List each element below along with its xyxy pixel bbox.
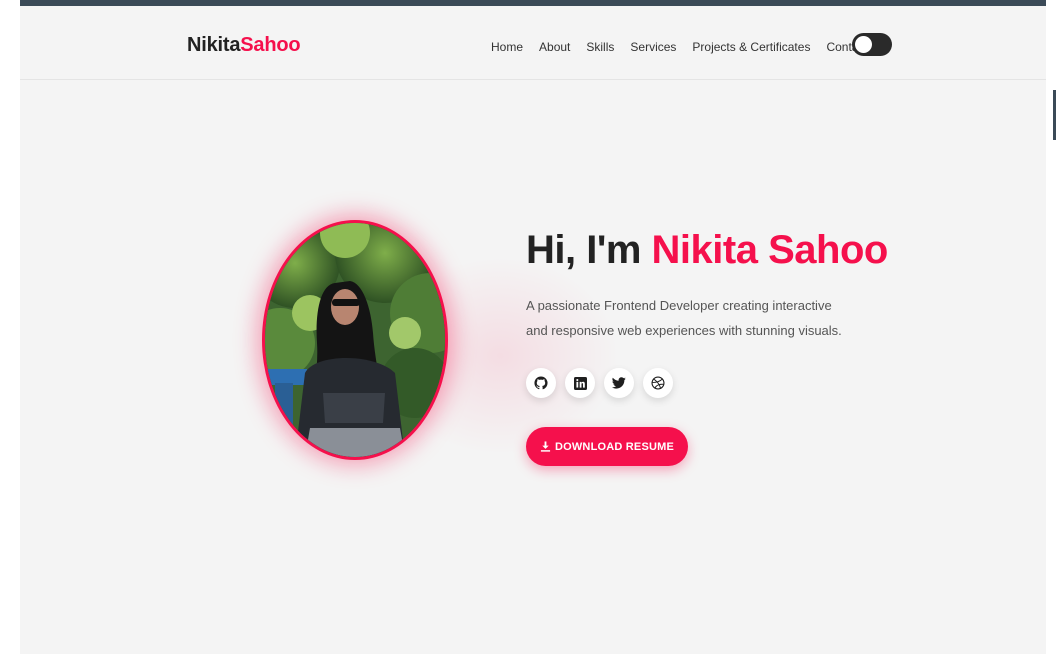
linkedin-icon (573, 376, 587, 390)
browser-window: NikitaSahoo Home About Skills Services P… (0, 0, 1064, 658)
theme-toggle[interactable] (852, 33, 892, 56)
nav-link-about[interactable]: About (539, 40, 570, 54)
nav-link-home[interactable]: Home (491, 40, 523, 54)
linkedin-button[interactable] (565, 368, 595, 398)
nav-links: Home About Skills Services Projects & Ce… (491, 40, 868, 54)
hero-description: A passionate Frontend Developer creating… (526, 298, 842, 338)
download-resume-button[interactable]: DOWNLOAD RESUME (526, 427, 688, 466)
logo-last-name: Sahoo (240, 34, 301, 56)
dribbble-button[interactable] (643, 368, 673, 398)
social-links (526, 368, 673, 398)
scrollbar-thumb[interactable] (1053, 90, 1056, 140)
twitter-icon (612, 377, 626, 389)
moon-icon (877, 39, 883, 50)
github-button[interactable] (526, 368, 556, 398)
scrollbar-track[interactable] (1046, 0, 1064, 658)
nav-link-skills[interactable]: Skills (586, 40, 614, 54)
window-left-edge (0, 0, 20, 658)
download-icon (540, 441, 551, 452)
profile-photo (262, 220, 448, 460)
twitter-button[interactable] (604, 368, 634, 398)
dribbble-icon (651, 376, 665, 390)
nav-link-services[interactable]: Services (630, 40, 676, 54)
github-icon (534, 376, 548, 390)
site-logo[interactable]: NikitaSahoo (187, 34, 301, 57)
profile-photo-image (265, 223, 445, 457)
logo-first-name: Nikita (187, 34, 241, 56)
nav-link-projects[interactable]: Projects & Certificates (692, 40, 810, 54)
download-resume-label: DOWNLOAD RESUME (554, 440, 675, 453)
hero-title: Hi, I'm Nikita Sahoo (526, 228, 888, 273)
toggle-knob (855, 36, 872, 53)
hero-name: Nikita Sahoo (651, 228, 889, 272)
portfolio-page: NikitaSahoo Home About Skills Services P… (20, 6, 1046, 654)
navbar: NikitaSahoo Home About Skills Services P… (20, 6, 1046, 80)
hero-greeting: Hi, I'm (526, 228, 641, 272)
